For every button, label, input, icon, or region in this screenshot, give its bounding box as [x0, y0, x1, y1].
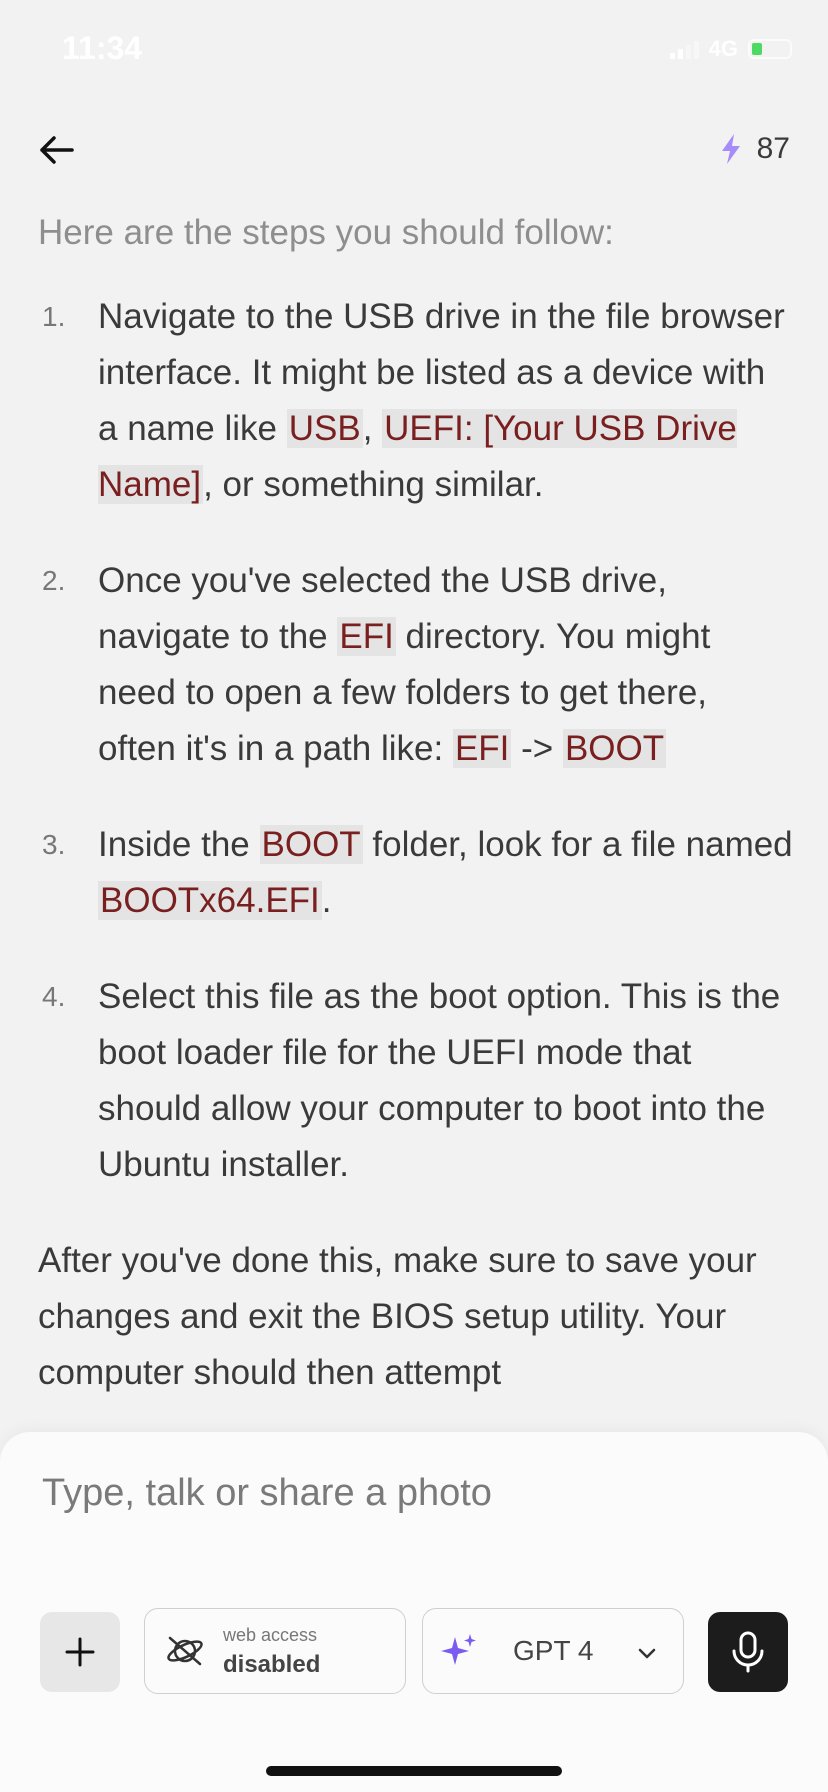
step-item: 4. Select this file as the boot option. T…: [38, 969, 793, 1193]
step-item: 1. Navigate to the USB drive in the file …: [38, 289, 793, 513]
step-item: 2. Once you've selected the USB drive, na…: [38, 553, 793, 777]
step-text: .: [321, 881, 332, 920]
step-number: 1.: [42, 301, 66, 332]
status-time: 11:34: [62, 30, 143, 66]
step-text: ,: [362, 409, 383, 448]
steps-list: 1. Navigate to the USB drive in the file …: [38, 289, 793, 1193]
credits-value: 87: [756, 132, 790, 165]
message-intro: Here are the steps you should follow:: [38, 213, 614, 252]
web-access-toggle[interactable]: web access disabled: [144, 1608, 406, 1694]
back-arrow-icon: [40, 136, 74, 164]
step-text: , or something similar.: [203, 465, 544, 504]
step-text: folder, look for a file named: [362, 825, 793, 864]
add-attachment-button[interactable]: [40, 1612, 120, 1692]
battery-icon: [748, 39, 792, 59]
step-number: 4.: [42, 981, 66, 1012]
inline-code: USB: [286, 409, 363, 448]
composer-panel: web access disabled GPT 4: [0, 1432, 828, 1792]
model-name: GPT 4: [513, 1635, 594, 1666]
step-text: Inside the: [98, 825, 260, 864]
sparkle-icon: [441, 1634, 476, 1665]
voice-input-button[interactable]: [708, 1612, 788, 1692]
step-number: 3.: [42, 829, 66, 860]
inline-code: EFI: [337, 617, 396, 656]
credits-counter[interactable]: 87: [719, 132, 790, 166]
model-selector[interactable]: GPT 4: [422, 1608, 684, 1694]
step-text: Select this file as the boot option. Thi…: [98, 977, 781, 1184]
network-type: 4G: [708, 36, 738, 61]
web-access-label: web access: [223, 1625, 318, 1645]
step-number: 2.: [42, 565, 66, 596]
inline-code: BOOT: [562, 729, 667, 768]
plus-icon: [65, 1637, 95, 1667]
inline-code: BOOT: [259, 825, 363, 864]
web-access-status: disabled: [223, 1651, 321, 1678]
inline-code: EFI: [452, 729, 512, 768]
microphone-icon: [732, 1631, 764, 1673]
step-text: ->: [511, 729, 563, 768]
inline-code: BOOTx64.EFI: [98, 881, 322, 920]
lightning-icon: [721, 134, 740, 164]
status-bar: 11:34 4G: [0, 0, 828, 100]
chevron-down-icon: [638, 1648, 656, 1659]
chat-message: Here are the steps you should follow: 1.…: [38, 205, 793, 1401]
signal-icon: [669, 39, 699, 59]
home-indicator: [266, 1766, 562, 1776]
message-input[interactable]: [40, 1462, 784, 1524]
planet-slash-icon: [167, 1636, 203, 1666]
back-button[interactable]: [36, 128, 80, 172]
message-outro: After you've done this, make sure to sav…: [38, 1241, 757, 1392]
step-item: 3. Inside the BOOT folder, look for a fil…: [38, 817, 793, 929]
status-indicators: 4G: [669, 36, 792, 62]
